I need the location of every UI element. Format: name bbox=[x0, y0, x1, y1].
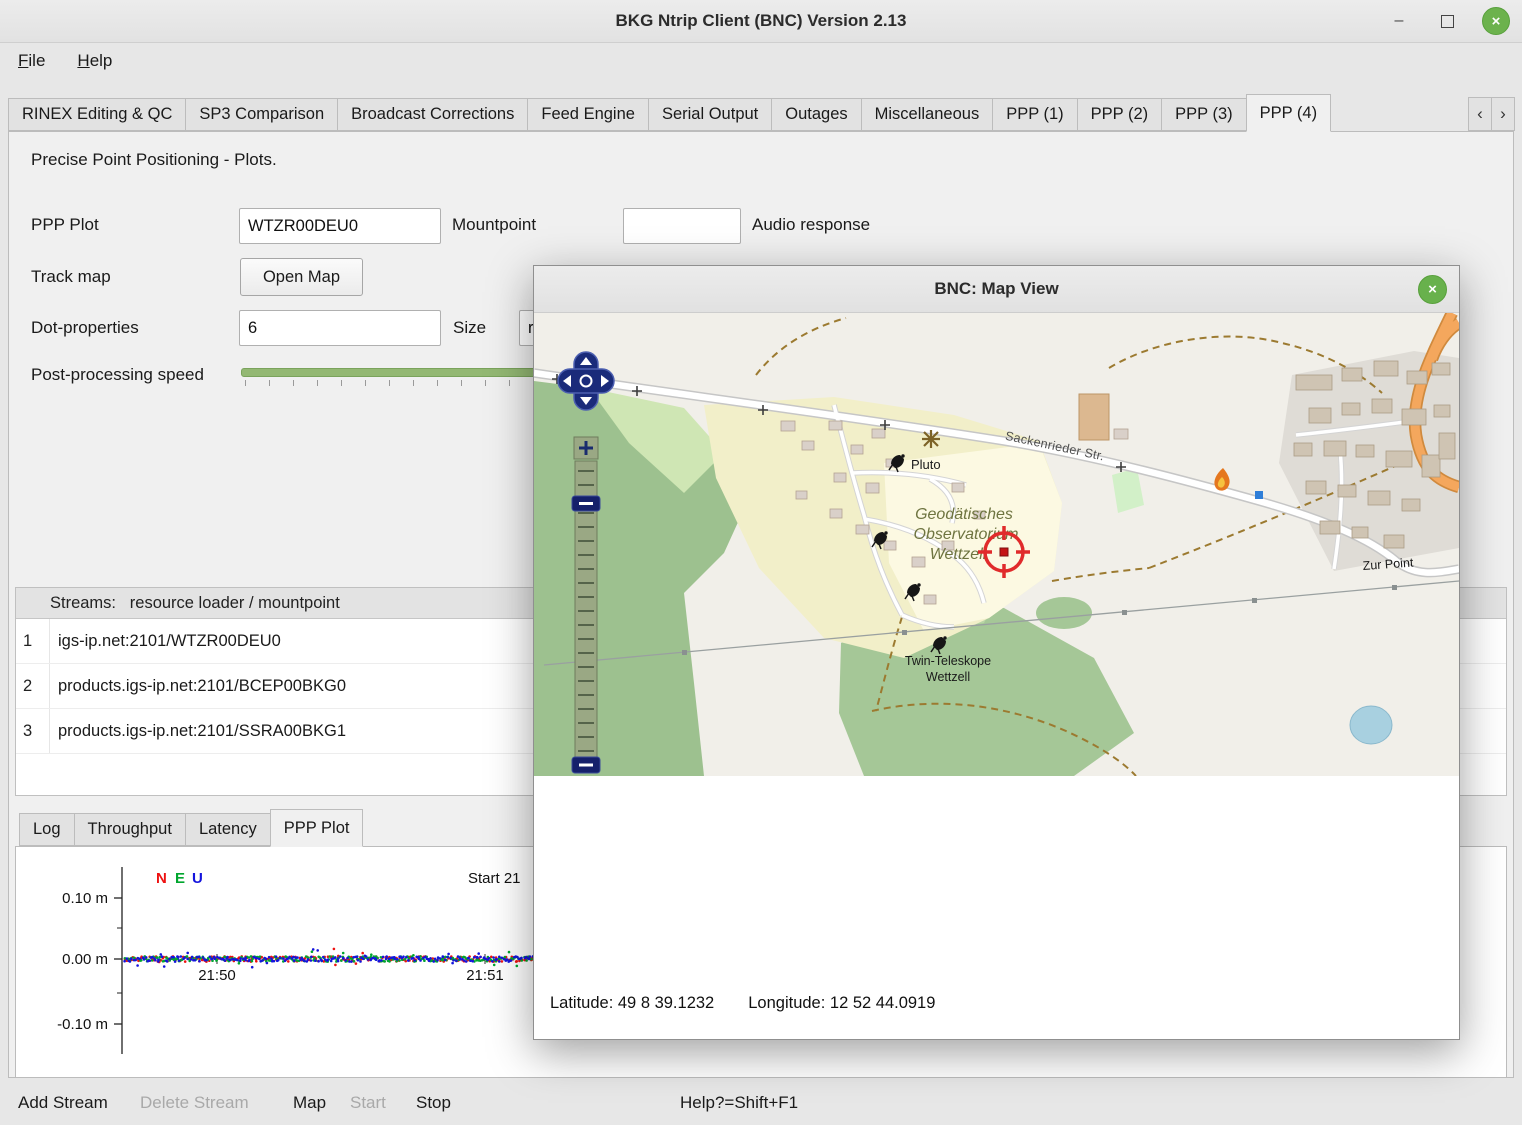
longitude-value: Longitude: 12 52 44.0919 bbox=[748, 994, 935, 1013]
twin-telescope-label: Twin-Teleskope bbox=[905, 654, 991, 668]
stream-url: igs-ip.net:2101/WTZR00DEU0 bbox=[50, 619, 281, 663]
row-number: 3 bbox=[16, 709, 50, 753]
maximize-icon[interactable] bbox=[1434, 8, 1460, 34]
main-window: BKG Ntrip Client (BNC) Version 2.13 – × … bbox=[0, 0, 1522, 1125]
window-title: BKG Ntrip Client (BNC) Version 2.13 bbox=[616, 11, 907, 30]
tab-throughput[interactable]: Throughput bbox=[74, 813, 186, 846]
mountpoint-input[interactable] bbox=[623, 208, 741, 244]
coordinates-readout: Latitude: 49 8 39.1232 Longitude: 12 52 … bbox=[550, 994, 935, 1013]
delete-stream-button[interactable]: Delete Stream bbox=[140, 1088, 249, 1118]
footer-toolbar: Add Stream Delete Stream Map Start Stop … bbox=[0, 1088, 1522, 1118]
legend-n: N bbox=[156, 870, 167, 887]
tab-latency[interactable]: Latency bbox=[185, 813, 271, 846]
mountpoint-label: Mountpoint bbox=[452, 215, 536, 235]
map-view-dialog: BNC: Map View × bbox=[533, 265, 1460, 1040]
ppp-plot-input[interactable] bbox=[239, 208, 441, 244]
dot-properties-label: Dot-properties bbox=[31, 318, 139, 338]
dialog-titlebar[interactable]: BNC: Map View × bbox=[534, 266, 1459, 313]
row-number: 1 bbox=[16, 619, 50, 663]
ppp-plot-label: PPP Plot bbox=[31, 215, 99, 235]
tab-serial-output[interactable]: Serial Output bbox=[648, 98, 772, 131]
twin-telescope-label: Wettzell bbox=[926, 670, 970, 684]
legend-u: U bbox=[192, 870, 203, 887]
menubar: File Help bbox=[0, 43, 1522, 78]
tab-sp3-comparison[interactable]: SP3 Comparison bbox=[185, 98, 338, 131]
slider-ticks bbox=[245, 380, 545, 386]
map-button[interactable]: Map bbox=[293, 1088, 326, 1118]
latitude-value: Latitude: 49 8 39.1232 bbox=[550, 994, 714, 1013]
menu-file[interactable]: File bbox=[18, 51, 45, 71]
dialog-close-icon[interactable]: × bbox=[1418, 275, 1447, 304]
tab-ppp-plot[interactable]: PPP Plot bbox=[270, 809, 364, 847]
y-tick-label: 0.00 m bbox=[62, 951, 108, 968]
tan-building bbox=[1079, 394, 1109, 440]
log-tabbar: Log Throughput Latency PPP Plot bbox=[19, 809, 362, 846]
stop-button[interactable]: Stop bbox=[416, 1088, 451, 1118]
dot-size-label: Size bbox=[453, 318, 486, 338]
legend-e: E bbox=[175, 870, 185, 887]
pluto-label: Pluto bbox=[911, 457, 941, 472]
help-hint: Help?=Shift+F1 bbox=[680, 1088, 798, 1118]
close-icon[interactable]: × bbox=[1482, 7, 1510, 35]
tab-log[interactable]: Log bbox=[19, 813, 75, 846]
x-tick-label: 21:50 bbox=[198, 967, 236, 984]
x-tick-label: 21:51 bbox=[466, 967, 504, 984]
chevron-right-icon[interactable]: › bbox=[1491, 97, 1515, 131]
open-map-button[interactable]: Open Map bbox=[240, 258, 363, 296]
tab-miscellaneous[interactable]: Miscellaneous bbox=[861, 98, 994, 131]
pane-heading: Precise Point Positioning - Plots. bbox=[31, 150, 277, 170]
blue-square-marker bbox=[1255, 491, 1263, 499]
pond bbox=[1350, 706, 1392, 744]
tab-feed-engine[interactable]: Feed Engine bbox=[527, 98, 649, 131]
observatory-label: Geodätisches bbox=[915, 506, 1013, 523]
tab-ppp-1[interactable]: PPP (1) bbox=[992, 98, 1077, 131]
plot-start-label: Start 21 bbox=[468, 870, 521, 887]
menu-help[interactable]: Help bbox=[77, 51, 112, 71]
post-processing-slider[interactable] bbox=[241, 368, 546, 377]
map-canvas[interactable]: Sackenrieder Str. Pluto Geodätisches Obs… bbox=[534, 313, 1459, 776]
map-area: Sackenrieder Str. Pluto Geodätisches Obs… bbox=[534, 313, 1459, 776]
asterisk-marker-icon bbox=[922, 430, 940, 448]
tab-ppp-4[interactable]: PPP (4) bbox=[1246, 94, 1331, 132]
main-tabbar: RINEX Editing & QC SP3 Comparison Broadc… bbox=[8, 94, 1514, 131]
post-processing-label: Post-processing speed bbox=[31, 365, 204, 385]
y-tick-label: -0.10 m bbox=[57, 1016, 108, 1033]
dialog-title: BNC: Map View bbox=[934, 279, 1058, 298]
minimize-icon[interactable]: – bbox=[1386, 8, 1412, 34]
tab-broadcast-corrections[interactable]: Broadcast Corrections bbox=[337, 98, 528, 131]
stream-url: products.igs-ip.net:2101/SSRA00BKG1 bbox=[50, 709, 346, 753]
tab-outages[interactable]: Outages bbox=[771, 98, 861, 131]
observatory-label: Wettzell bbox=[930, 546, 987, 563]
row-number: 2 bbox=[16, 664, 50, 708]
audio-response-label: Audio response bbox=[752, 215, 870, 235]
y-tick-label: 0.10 m bbox=[62, 890, 108, 907]
zoom-control bbox=[572, 437, 600, 773]
stream-url: products.igs-ip.net:2101/BCEP00BKG0 bbox=[50, 664, 346, 708]
tab-ppp-2[interactable]: PPP (2) bbox=[1077, 98, 1162, 131]
window-controls: – × bbox=[1386, 0, 1510, 42]
tab-rinex-editing-qc[interactable]: RINEX Editing & QC bbox=[8, 98, 186, 131]
add-stream-button[interactable]: Add Stream bbox=[18, 1088, 108, 1118]
track-map-label: Track map bbox=[31, 267, 111, 287]
plot-data-points bbox=[123, 948, 536, 969]
tab-ppp-3[interactable]: PPP (3) bbox=[1161, 98, 1246, 131]
start-button[interactable]: Start bbox=[350, 1088, 386, 1118]
tab-scroll-buttons: ‹ › bbox=[1468, 97, 1514, 131]
dot-properties-input[interactable] bbox=[239, 310, 441, 346]
titlebar[interactable]: BKG Ntrip Client (BNC) Version 2.13 – × bbox=[0, 0, 1522, 43]
chevron-left-icon[interactable]: ‹ bbox=[1468, 97, 1492, 131]
